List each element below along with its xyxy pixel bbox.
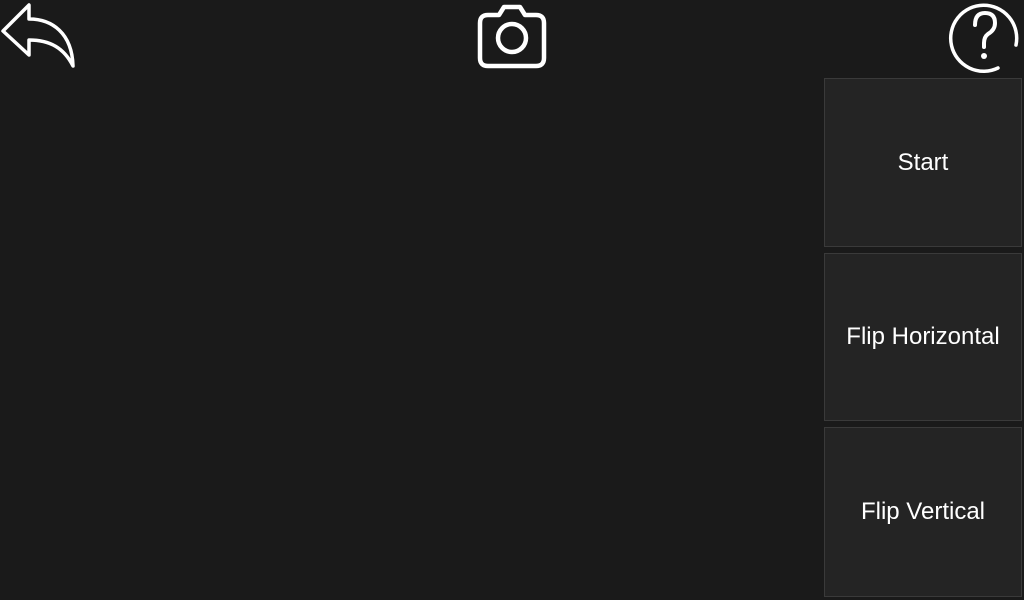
control-panel: Start Flip Horizontal Flip Vertical — [824, 78, 1022, 598]
back-button[interactable] — [0, 0, 78, 72]
help-button[interactable] — [946, 0, 1024, 76]
flip-horizontal-button[interactable]: Flip Horizontal — [824, 253, 1022, 421]
camera-app: Start Flip Horizontal Flip Vertical — [0, 0, 1024, 600]
back-arrow-icon — [1, 3, 75, 68]
flip-vertical-button[interactable]: Flip Vertical — [824, 427, 1022, 597]
capture-button[interactable] — [476, 2, 548, 70]
start-button[interactable]: Start — [824, 78, 1022, 247]
camera-preview — [0, 76, 820, 600]
help-icon — [948, 3, 1019, 74]
top-toolbar — [0, 0, 1024, 76]
camera-icon — [477, 4, 547, 69]
